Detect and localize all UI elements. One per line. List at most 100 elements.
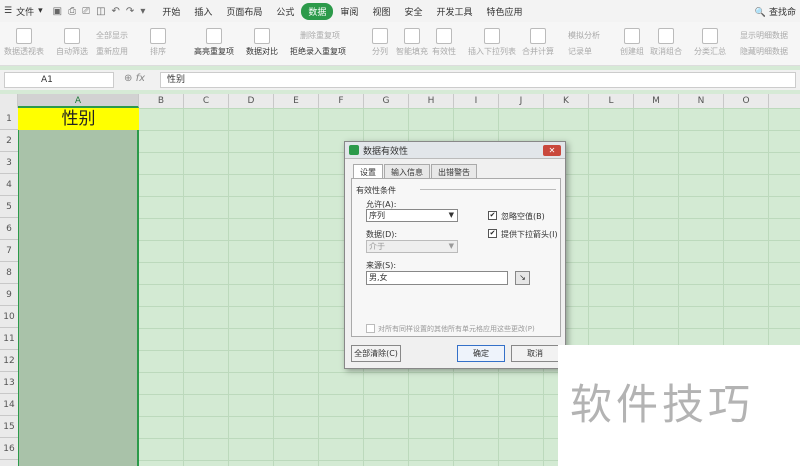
row-header[interactable]: 7	[0, 240, 18, 262]
row-header[interactable]: 9	[0, 284, 18, 306]
reject-duplicates-button[interactable]: 拒绝录入重复项	[290, 46, 346, 57]
row-header[interactable]: 16	[0, 438, 18, 460]
row-header[interactable]: 6	[0, 218, 18, 240]
filter-icon	[64, 28, 80, 44]
collapse-dialog-icon[interactable]: ↘	[515, 271, 530, 285]
row-header[interactable]: 8	[0, 262, 18, 284]
tab-home[interactable]: 开始	[155, 3, 187, 20]
data-validation-dialog: 数据有效性 ✕ 设置 输入信息 出错警告 有效性条件 允许(A): 序列 ▼ ✔…	[344, 141, 566, 369]
tab-developer[interactable]: 开发工具	[429, 3, 479, 20]
sort-button[interactable]: 排序	[150, 28, 166, 57]
column-header-e[interactable]: E	[274, 94, 319, 108]
column-header-l[interactable]: L	[589, 94, 634, 108]
row-header[interactable]: 5	[0, 196, 18, 218]
more-icon[interactable]: ▾	[140, 6, 145, 17]
ungroup-button[interactable]: 取消组合	[650, 28, 682, 57]
row-header[interactable]: 13	[0, 372, 18, 394]
column-header-g[interactable]: G	[364, 94, 409, 108]
validity-button[interactable]: 有效性	[432, 28, 456, 57]
subtotal-button[interactable]: 分类汇总	[694, 28, 726, 57]
ribbon-toolbar: 数据透视表 自动筛选 全部显示 重新应用 排序 高亮重复项 数据对比 删除重复项…	[0, 22, 800, 66]
insert-dropdown-button[interactable]: 插入下拉列表	[468, 28, 516, 57]
split-column-button[interactable]: 分列	[372, 28, 388, 57]
quick-access-toolbar: ▣ ⎙ ⎚ ◫ ↶ ↷ ▾	[53, 6, 146, 17]
row-header[interactable]: 10	[0, 306, 18, 328]
select-all-corner[interactable]	[0, 94, 18, 108]
tab-formula[interactable]: 公式	[269, 3, 301, 20]
column-header-k[interactable]: K	[544, 94, 589, 108]
column-header-f[interactable]: F	[319, 94, 364, 108]
row-header[interactable]: 14	[0, 394, 18, 416]
name-box[interactable]: A1	[4, 72, 114, 88]
pivot-table-button[interactable]: 数据透视表	[4, 28, 44, 57]
column-headers: A B C D E F G H I J K L M N O	[0, 94, 800, 108]
tab-features[interactable]: 特色应用	[479, 3, 529, 20]
undo-icon[interactable]: ↶	[112, 6, 120, 17]
tab-data[interactable]: 数据	[301, 2, 334, 20]
show-detail-button[interactable]: 显示明细数据	[740, 30, 788, 41]
tab-view[interactable]: 视图	[365, 3, 397, 20]
save-icon[interactable]: ▣	[53, 6, 62, 17]
print-icon[interactable]: ⎚	[82, 6, 90, 17]
tab-insert[interactable]: 插入	[187, 3, 219, 20]
redo-icon[interactable]: ↷	[126, 6, 134, 17]
ok-button[interactable]: 确定	[457, 345, 505, 362]
column-header-i[interactable]: I	[454, 94, 499, 108]
zoom-icon[interactable]: ⊕	[124, 73, 132, 84]
row-header[interactable]: 3	[0, 152, 18, 174]
compare-icon	[254, 28, 270, 44]
formula-input[interactable]: 性别	[160, 72, 796, 88]
ignore-blank-checkbox[interactable]: ✔	[488, 211, 497, 220]
row-header[interactable]: 1	[0, 108, 18, 130]
create-group-button[interactable]: 创建组	[620, 28, 644, 57]
column-header-b[interactable]: B	[139, 94, 184, 108]
export-icon[interactable]: ⎙	[68, 6, 76, 17]
column-header-c[interactable]: C	[184, 94, 229, 108]
preview-icon[interactable]: ◫	[96, 6, 105, 17]
smart-fill-button[interactable]: 智能填充	[396, 28, 428, 57]
row-header[interactable]: 2	[0, 130, 18, 152]
row-header[interactable]: 11	[0, 328, 18, 350]
watermark-text: 软件技巧	[570, 380, 755, 429]
clear-all-button[interactable]: 全部清除(C)	[351, 345, 401, 362]
tab-security[interactable]: 安全	[397, 3, 429, 20]
close-button[interactable]: ✕	[543, 145, 561, 156]
tab-review[interactable]: 审阅	[333, 3, 365, 20]
hamburger-icon[interactable]: ☰	[4, 6, 12, 16]
column-header-a[interactable]: A	[18, 94, 139, 108]
data-compare-button[interactable]: 数据对比	[246, 28, 278, 57]
column-header-d[interactable]: D	[229, 94, 274, 108]
simulate-analysis-button[interactable]: 模拟分析	[568, 30, 600, 41]
hide-detail-button[interactable]: 隐藏明细数据	[740, 46, 788, 57]
column-header-n[interactable]: N	[679, 94, 724, 108]
column-header-m[interactable]: M	[634, 94, 679, 108]
tab-page-layout[interactable]: 页面布局	[219, 3, 269, 20]
allow-value: 序列	[369, 211, 385, 220]
consolidate-button[interactable]: 合并计算	[522, 28, 554, 57]
dialog-titlebar[interactable]: 数据有效性 ✕	[345, 142, 565, 159]
column-header-j[interactable]: J	[499, 94, 544, 108]
selected-column-a[interactable]	[18, 108, 139, 466]
delete-duplicates-button[interactable]: 删除重复项	[300, 30, 340, 41]
highlight-duplicates-button[interactable]: 高亮重复项	[194, 28, 234, 57]
record-form-button[interactable]: 记录单	[568, 46, 592, 57]
row-header[interactable]: 15	[0, 416, 18, 438]
column-header-o[interactable]: O	[724, 94, 769, 108]
spreadsheet-window: ☰ 文件 ▾ ▣ ⎙ ⎚ ◫ ↶ ↷ ▾ 开始 插入 页面布局 公式 数据 审阅…	[0, 0, 800, 466]
dropdown-arrow-checkbox[interactable]: ✔	[488, 229, 497, 238]
show-all-button[interactable]: 全部显示	[96, 30, 128, 41]
allow-select[interactable]: 序列 ▼	[366, 209, 458, 222]
chevron-down-icon[interactable]: ▾	[38, 6, 43, 16]
row-header[interactable]: 4	[0, 174, 18, 196]
row-header[interactable]: 12	[0, 350, 18, 372]
search-command[interactable]: 🔍 查找命	[755, 5, 800, 18]
cell-a1[interactable]: 性别	[18, 108, 139, 130]
column-header-h[interactable]: H	[409, 94, 454, 108]
file-menu[interactable]: 文件	[16, 5, 34, 18]
autofilter-button[interactable]: 自动筛选	[56, 28, 88, 57]
source-input[interactable]: 男,女	[366, 271, 508, 285]
row-header[interactable]: 17	[0, 460, 18, 466]
reapply-button[interactable]: 重新应用	[96, 46, 128, 57]
cancel-button[interactable]: 取消	[511, 345, 559, 362]
fx-icon[interactable]: fx	[136, 73, 145, 84]
